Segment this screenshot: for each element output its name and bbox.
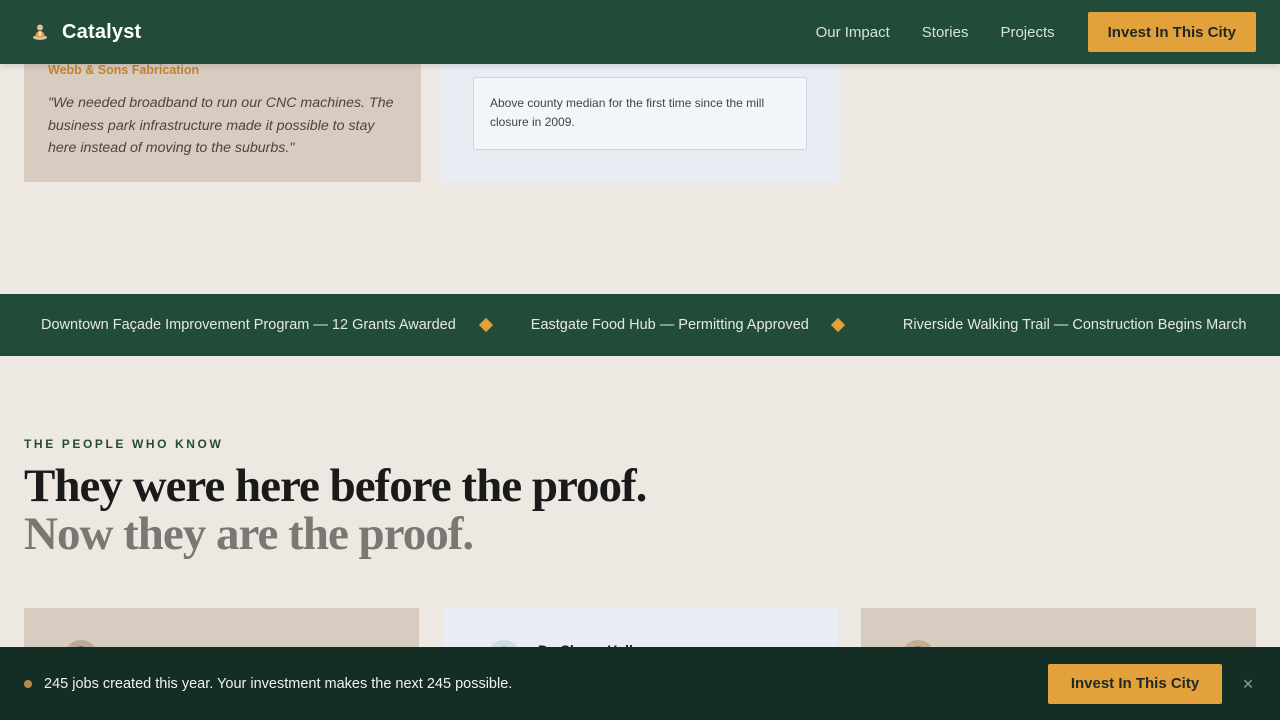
story-quote: "We needed broadband to run our CNC mach… bbox=[48, 95, 394, 156]
section-headline: They were here before the proof. Now the… bbox=[24, 460, 647, 560]
diamond-icon bbox=[830, 317, 845, 333]
close-icon[interactable]: × bbox=[1240, 675, 1256, 693]
story-company: Webb & Sons Fabrication bbox=[48, 63, 200, 77]
ticker-track: Downtown Façade Improvement Program — 12… bbox=[41, 294, 1246, 356]
invest-button-header[interactable]: Invest In This City bbox=[1087, 12, 1256, 52]
ticker-item: Downtown Façade Improvement Program — 12… bbox=[41, 317, 456, 333]
brand-name: Catalyst bbox=[62, 20, 142, 43]
nav-link-projects[interactable]: Projects bbox=[1000, 24, 1054, 41]
status-dot-icon bbox=[24, 679, 32, 688]
banner-message: 245 jobs created this year. Your investm… bbox=[44, 675, 513, 692]
ticker-item: Riverside Walking Trail — Construction B… bbox=[902, 317, 1247, 333]
person-pin-icon bbox=[30, 22, 50, 42]
sticky-invest-banner: 245 jobs created this year. Your investm… bbox=[0, 647, 1280, 720]
project-ticker: Downtown Façade Improvement Program — 12… bbox=[0, 294, 1280, 356]
stat-note: Above county median for the first time s… bbox=[473, 77, 807, 150]
headline-line-2: Now they are the proof. bbox=[24, 508, 474, 560]
diamond-icon bbox=[478, 317, 493, 333]
site-header: Catalyst Our Impact Stories Projects Inv… bbox=[0, 0, 1280, 64]
section-eyebrow: THE PEOPLE WHO KNOW bbox=[24, 437, 224, 451]
nav-link-our-impact[interactable]: Our Impact bbox=[816, 24, 890, 41]
brand[interactable]: Catalyst bbox=[30, 21, 141, 44]
nav-link-stories[interactable]: Stories bbox=[922, 24, 969, 41]
headline-line-1: They were here before the proof. bbox=[24, 460, 647, 512]
ticker-item: Eastgate Food Hub — Permitting Approved bbox=[530, 317, 809, 333]
main-nav: Our Impact Stories Projects Invest In Th… bbox=[784, 12, 1256, 52]
invest-button-banner[interactable]: Invest In This City bbox=[1048, 663, 1222, 704]
